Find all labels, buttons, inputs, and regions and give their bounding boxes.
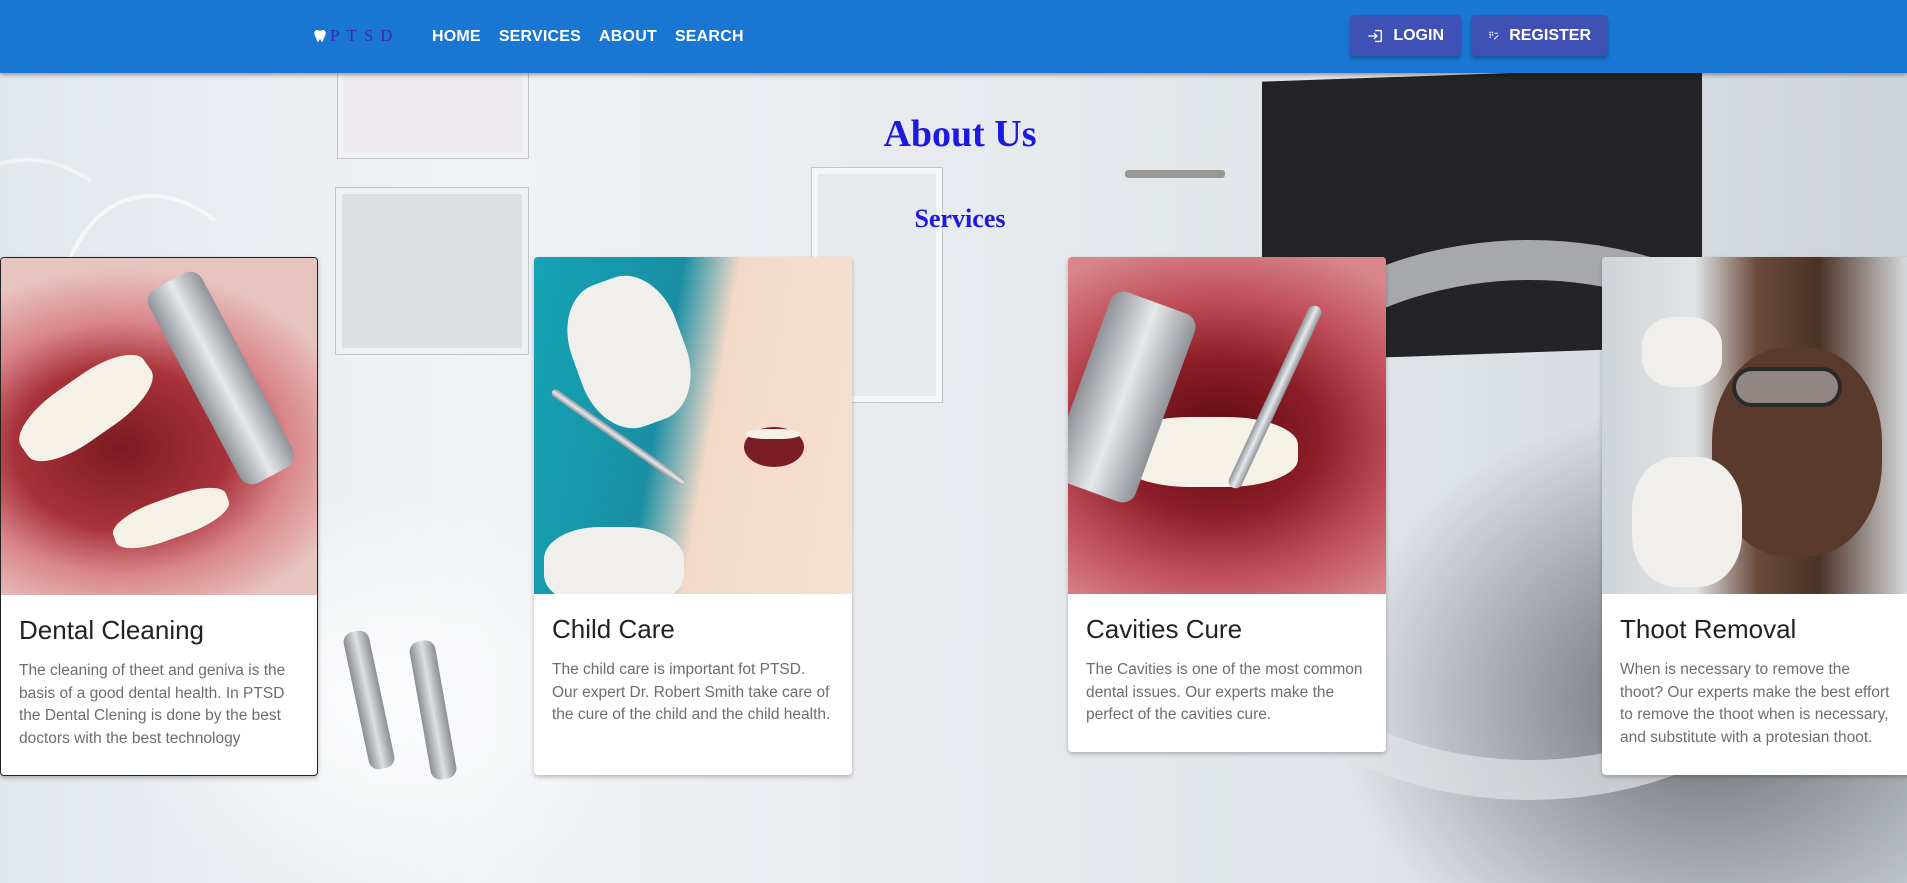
card-description: When is necessary to remove the thoot? O… [1620, 661, 1890, 746]
card-description: The Cavities is one of the most common d… [1086, 661, 1363, 723]
card-title: Child Care [552, 614, 675, 644]
main-nav: HOME SERVICES ABOUT SEARCH [432, 0, 753, 73]
card-title: Dental Cleaning [19, 615, 205, 645]
brand-name: PTSD [330, 26, 400, 45]
register-label: REGISTER [1509, 26, 1591, 44]
page-title: About Us [883, 113, 1037, 155]
card-image [534, 257, 852, 594]
service-card-cavities-cure[interactable]: Cavities Cure The Cavities is one of the… [1068, 257, 1386, 752]
card-description: The child care is important fot PTSD. Ou… [552, 661, 831, 723]
login-button[interactable]: LOGIN [1350, 15, 1461, 56]
nav-services[interactable]: SERVICES [490, 28, 590, 46]
nav-about[interactable]: ABOUT [590, 28, 666, 46]
service-card-dental-cleaning[interactable]: Dental Cleaning The cleaning of theet an… [0, 257, 318, 776]
service-card-thoot-removal[interactable]: Thoot Removal When is necessary to remov… [1602, 257, 1907, 775]
card-image [1602, 257, 1907, 594]
card-image [1, 258, 317, 595]
card-image [1068, 257, 1386, 594]
login-label: LOGIN [1393, 26, 1444, 44]
card-title: Cavities Cure [1086, 614, 1243, 644]
register-button[interactable]: REGISTER [1471, 15, 1608, 56]
brand-logo[interactable]: PTSD [312, 24, 400, 48]
card-title: Thoot Removal [1620, 614, 1797, 644]
nav-search[interactable]: SEARCH [666, 28, 753, 46]
top-navbar: PTSD HOME SERVICES ABOUT SEARCH LOGIN RE… [0, 0, 1907, 73]
nav-home[interactable]: HOME [432, 28, 490, 46]
register-icon [1489, 31, 1499, 40]
section-title: Services [914, 204, 1006, 233]
card-description: The cleaning of theet and geniva is the … [19, 662, 286, 747]
tooth-icon [312, 28, 328, 44]
login-icon [1368, 29, 1382, 42]
service-card-child-care[interactable]: Child Care The child care is important f… [534, 257, 852, 775]
